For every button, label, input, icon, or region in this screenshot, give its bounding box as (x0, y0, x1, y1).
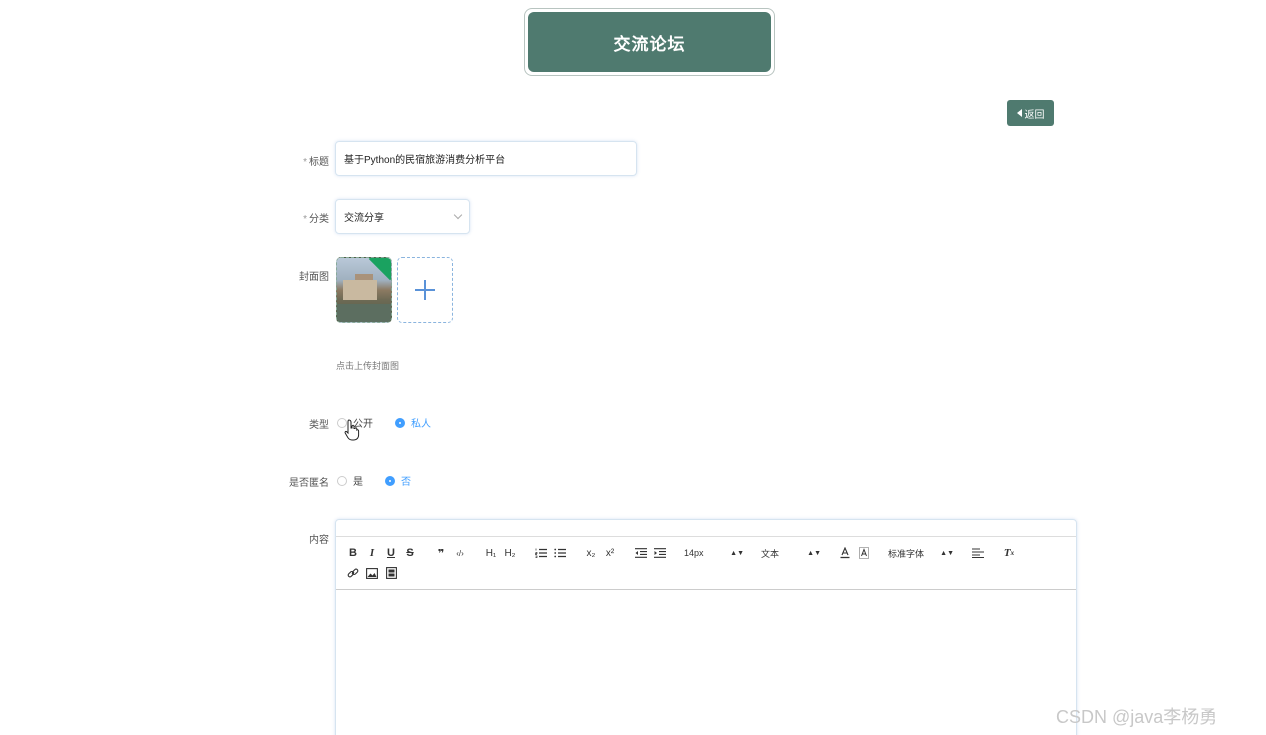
anonymous-option-yes[interactable]: 是 (337, 473, 363, 488)
type-label: 类型 (309, 420, 329, 431)
category-label: * 分类 (303, 214, 329, 225)
content-label: 内容 (309, 535, 329, 546)
category-select-value: 交流分享 (344, 213, 384, 224)
title-input[interactable]: 基于Python的民宿旅游消费分析平台 (335, 141, 637, 176)
bullet-list-icon[interactable] (553, 545, 567, 561)
code-block-button[interactable]: ‹/› (453, 545, 467, 561)
radio-icon (337, 475, 347, 486)
radio-checked-icon (385, 475, 395, 486)
anonymous-label: 是否匿名 (289, 478, 329, 489)
title-input-value: 基于Python的民宿旅游消费分析平台 (344, 155, 506, 166)
header2-button[interactable]: H₂ (503, 545, 517, 561)
anonymous-radio-group: 是 否 (337, 473, 433, 488)
image-icon[interactable] (365, 565, 379, 581)
cover-label: 封面图 (299, 272, 329, 283)
title-label: * 标题 (303, 157, 329, 168)
subscript-button[interactable]: x₂ (584, 545, 598, 561)
updown-icon: ▲▼ (730, 549, 744, 557)
font-family-select[interactable]: 标准字体 ▲▼ (888, 545, 954, 561)
link-icon[interactable] (346, 565, 360, 581)
strike-button[interactable]: S (403, 545, 417, 561)
editor-top-strip (336, 520, 1076, 537)
rich-text-editor: B I U S ❞ ‹/› H₁ H₂ x₂ x² 14px▲▼ 文本▲▼ (335, 519, 1077, 735)
hand-cursor-icon (344, 419, 360, 441)
updown-icon: ▲▼ (807, 549, 821, 557)
upload-cover-button[interactable] (397, 257, 453, 323)
blockquote-button[interactable]: ❞ (434, 545, 448, 561)
bold-button[interactable]: B (346, 545, 360, 561)
background-color-icon[interactable] (857, 545, 871, 561)
radio-checked-icon (395, 417, 405, 428)
font-color-icon[interactable] (838, 545, 852, 561)
ordered-list-icon[interactable] (534, 545, 548, 561)
editor-content-area[interactable] (336, 590, 1076, 735)
header1-button[interactable]: H₁ (484, 545, 498, 561)
outdent-icon[interactable] (634, 545, 648, 561)
font-size-select[interactable]: 14px ▲▼ (684, 545, 744, 561)
cover-image-thumbnail[interactable] (336, 257, 392, 323)
chevron-left-icon (1016, 109, 1022, 117)
italic-button[interactable]: I (365, 545, 379, 561)
editor-toolbar: B I U S ❞ ‹/› H₁ H₂ x₂ x² 14px▲▼ 文本▲▼ (336, 537, 1076, 590)
chevron-down-icon (453, 210, 463, 220)
updown-icon: ▲▼ (940, 549, 954, 557)
text-type-select[interactable]: 文本 ▲▼ (761, 545, 821, 561)
anonymous-option-no[interactable]: 否 (385, 473, 411, 488)
indent-icon[interactable] (653, 545, 667, 561)
watermark: CSDN @java李杨勇 (1056, 707, 1218, 727)
page-title: 交流论坛 (528, 12, 771, 72)
category-select[interactable]: 交流分享 (335, 199, 470, 234)
back-button-label: 返回 (1024, 109, 1045, 121)
video-icon[interactable] (384, 565, 398, 581)
type-option-private[interactable]: 私人 (395, 415, 431, 430)
back-button[interactable]: 返回 (1007, 100, 1054, 126)
superscript-button[interactable]: x² (603, 545, 617, 561)
upload-hint: 点击上传封面图 (336, 361, 400, 371)
underline-button[interactable]: U (384, 545, 398, 561)
clean-format-button[interactable]: Tx (1002, 545, 1016, 561)
align-icon[interactable] (971, 545, 985, 561)
page-header: 交流论坛 (524, 8, 775, 76)
